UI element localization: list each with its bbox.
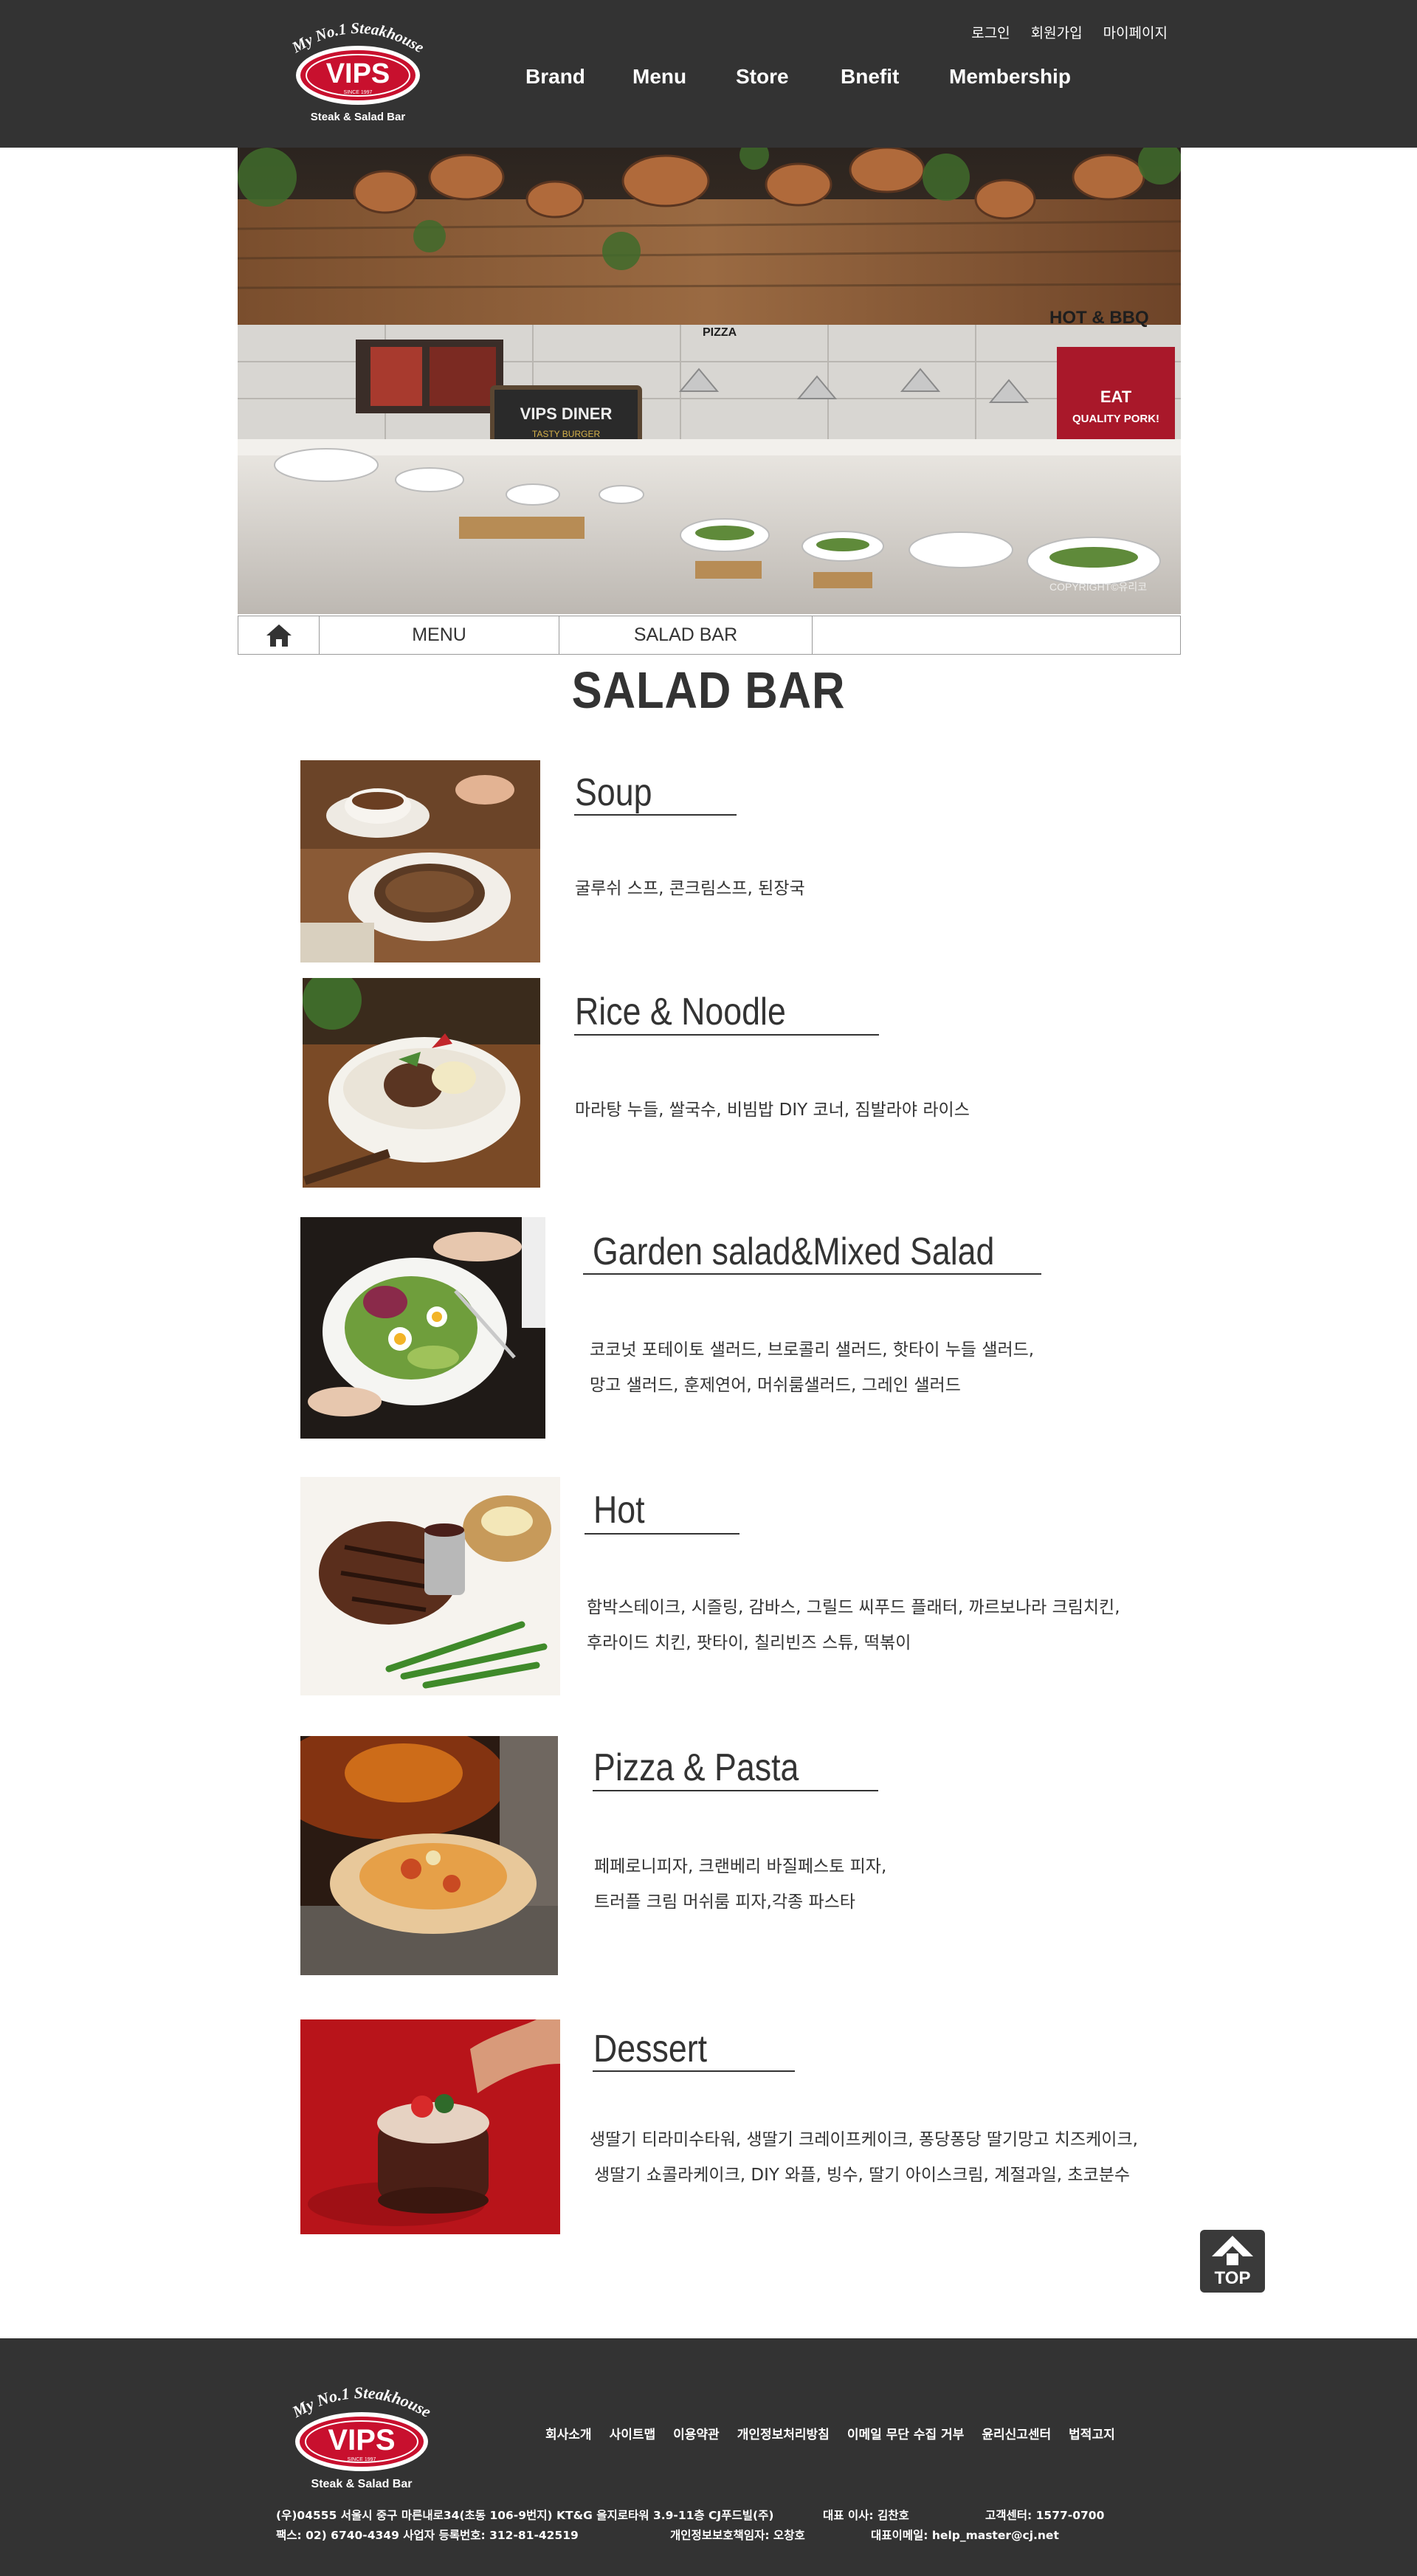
site-header: My No.1 Steakhouse VIPS SINCE 1997 Steak…	[0, 0, 1417, 148]
footer-link-legal[interactable]: 법적고지	[1069, 2424, 1115, 2442]
salad-title: Garden salad&Mixed Salad	[593, 1230, 995, 1273]
dessert-title: Dessert	[593, 2028, 708, 2070]
pizza-pasta-desc-line-2: 트러플 크림 머쉬룸 피자,각종 파스타	[594, 1893, 855, 1912]
logo-subtitle: Steak & Salad Bar	[311, 111, 406, 123]
logo-since: SINCE 1997	[344, 90, 373, 95]
utility-nav: 로그인 회원가입 마이페이지	[971, 22, 1168, 42]
scroll-top-button[interactable]: TOP	[1200, 2230, 1265, 2293]
pizza-pasta-desc-line-1: 페페로니피자, 크랜베리 바질페스토 피자,	[594, 1857, 887, 1876]
nav-menu[interactable]: Menu	[632, 65, 736, 89]
hot-title-rule	[585, 1533, 739, 1535]
footer-link-sitemap[interactable]: 사이트맵	[610, 2424, 656, 2442]
soup-desc-line-1: 굴루쉬 스프, 콘크림스프, 된장국	[575, 879, 805, 898]
signup-link[interactable]: 회원가입	[1031, 22, 1083, 42]
mypage-link[interactable]: 마이페이지	[1103, 22, 1168, 42]
hot-photo	[300, 1477, 560, 1695]
login-link[interactable]: 로그인	[971, 22, 1010, 42]
pizza-pasta-title: Pizza & Pasta	[593, 1746, 799, 1789]
footer-logo-brand: VIPS	[328, 2424, 395, 2456]
nav-benefit[interactable]: Bnefit	[841, 65, 949, 89]
rice-noodle-photo	[303, 978, 540, 1188]
dessert-photo	[300, 2019, 560, 2234]
footer-links: 회사소개 사이트맵 이용약관 개인정보처리방침 이메일 무단 수집 거부 윤리신…	[545, 2424, 1133, 2442]
home-icon	[266, 624, 292, 647]
rice-noodle-desc-line-1: 마라탕 누들, 쌀국수, 비빔밥 DIY 코너, 짐발라야 라이스	[575, 1101, 970, 1120]
nav-store[interactable]: Store	[736, 65, 841, 89]
footer-address: (우)04555 서울시 중구 마른내로34(초동 106-9번지) KT&G …	[276, 2509, 774, 2522]
pizza-pasta-title-rule	[593, 1790, 878, 1791]
hot-desc-line-1: 함박스테이크, 시즐링, 감바스, 그릴드 씨푸드 플래터, 까르보나라 크림치…	[587, 1598, 1120, 1617]
dessert-desc-line-2: 생딸기 쇼콜라케이크, DIY 와플, 빙수, 딸기 아이스크림, 계절과일, …	[594, 2166, 1131, 2185]
hot-title: Hot	[593, 1489, 645, 1532]
footer-ceo: 대표 이사: 김찬호	[823, 2509, 909, 2522]
scroll-top-label: TOP	[1214, 2268, 1251, 2288]
hero-sign-pizza: PIZZA	[703, 326, 737, 339]
soup-title-rule	[574, 814, 737, 816]
pizza-pasta-photo	[300, 1736, 558, 1975]
soup-photo	[300, 760, 540, 962]
hero-sign-pork: QUALITY PORK!	[1072, 413, 1159, 425]
nav-brand[interactable]: Brand	[525, 65, 632, 89]
footer-link-about[interactable]: 회사소개	[545, 2424, 592, 2442]
footer-email: 대표이메일: help_master@cj.net	[871, 2529, 1059, 2542]
hero-sign-burger: TASTY BURGER	[532, 429, 601, 439]
nav-membership[interactable]: Membership	[949, 65, 1097, 89]
footer-logo-since: SINCE 1997	[348, 2457, 376, 2462]
breadcrumb-salad-bar[interactable]: SALAD BAR	[559, 616, 813, 654]
page-title: SALAD BAR	[571, 661, 846, 719]
footer-fax-biz: 팩스: 02) 6740-4349 사업자 등록번호: 312-81-42519	[276, 2529, 579, 2542]
footer-logo-subtitle: Steak & Salad Bar	[311, 2478, 413, 2490]
salad-title-rule	[583, 1273, 1041, 1275]
footer-link-privacy[interactable]: 개인정보처리방침	[737, 2424, 830, 2442]
breadcrumb-menu[interactable]: MENU	[320, 616, 559, 654]
vips-logo[interactable]: My No.1 Steakhouse VIPS SINCE 1997 Steak…	[280, 16, 435, 127]
dessert-title-rule	[593, 2070, 795, 2072]
footer-link-email-refusal[interactable]: 이메일 무단 수집 거부	[847, 2424, 965, 2442]
hero-image: VIPS DINER TASTY BURGER EAT QUALITY PORK…	[238, 148, 1181, 614]
salad-desc-line-2: 망고 샐러드, 훈제연어, 머쉬룸샐러드, 그레인 샐러드	[590, 1376, 961, 1395]
salad-desc-line-1: 코코넛 포테이토 샐러드, 브로콜리 샐러드, 핫타이 누들 샐러드,	[590, 1340, 1035, 1360]
hero-watermark: COPYRIGHT©유리코	[1049, 581, 1147, 593]
rice-noodle-title-rule	[574, 1034, 879, 1036]
footer-link-ethics[interactable]: 윤리신고센터	[982, 2424, 1051, 2442]
footer-customer-center: 고객센터: 1577-0700	[985, 2509, 1105, 2522]
soup-title: Soup	[575, 771, 652, 814]
main-nav: Brand Menu Store Bnefit Membership	[525, 65, 1097, 89]
hot-desc-line-2: 후라이드 치킨, 팟타이, 칠리빈즈 스튜, 떡볶이	[587, 1633, 911, 1653]
footer-privacy-officer: 개인정보보호책임자: 오창호	[670, 2529, 805, 2542]
site-footer: My No.1 Steakhouse VIPS SINCE 1997 Steak…	[0, 2338, 1417, 2576]
hero-sign-eat: EAT	[1100, 388, 1132, 406]
rice-noodle-title: Rice & Noodle	[575, 991, 786, 1033]
breadcrumb: MENU SALAD BAR	[238, 616, 1181, 655]
logo-brand: VIPS	[326, 58, 390, 89]
footer-vips-logo[interactable]: My No.1 Steakhouse VIPS SINCE 1997 Steak…	[280, 2383, 443, 2493]
footer-link-terms[interactable]: 이용약관	[673, 2424, 720, 2442]
hero-sign-diner: VIPS DINER	[520, 404, 613, 423]
breadcrumb-home[interactable]	[238, 616, 320, 654]
dessert-desc-line-1: 생딸기 티라미수타워, 생딸기 크레이프케이크, 퐁당퐁당 딸기망고 치즈케이크…	[590, 2130, 1138, 2149]
hero-sign-hotbbq: HOT & BBQ	[1049, 308, 1149, 328]
salad-photo	[300, 1217, 545, 1439]
